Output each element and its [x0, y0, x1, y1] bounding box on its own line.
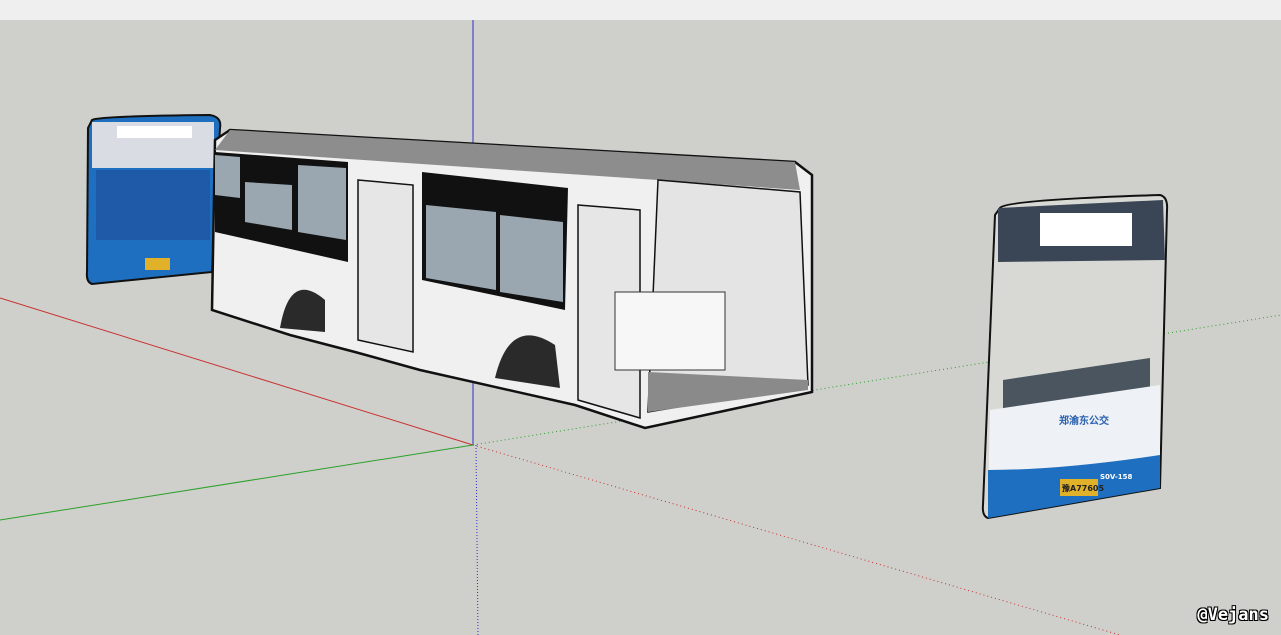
3d-viewport[interactable]: 郑渝东公交 S0V-158 豫A77605 [0, 20, 1281, 635]
front-operator-lettering: 郑渝东公交 [1059, 414, 1109, 427]
blue-axis-negative [475, 444, 479, 635]
watermark: @Vejans [1197, 605, 1269, 625]
front-license-plate: 豫A77605 [1062, 483, 1104, 493]
toolbar-strip [0, 0, 1281, 20]
green-axis [0, 444, 474, 521]
bus-front-face[interactable]: 郑渝东公交 S0V-158 豫A77605 [981, 193, 1169, 520]
front-route-number: S0V-158 [1100, 473, 1132, 481]
bus-rear-face[interactable] [85, 113, 222, 286]
bus-body-shell[interactable] [210, 128, 814, 430]
